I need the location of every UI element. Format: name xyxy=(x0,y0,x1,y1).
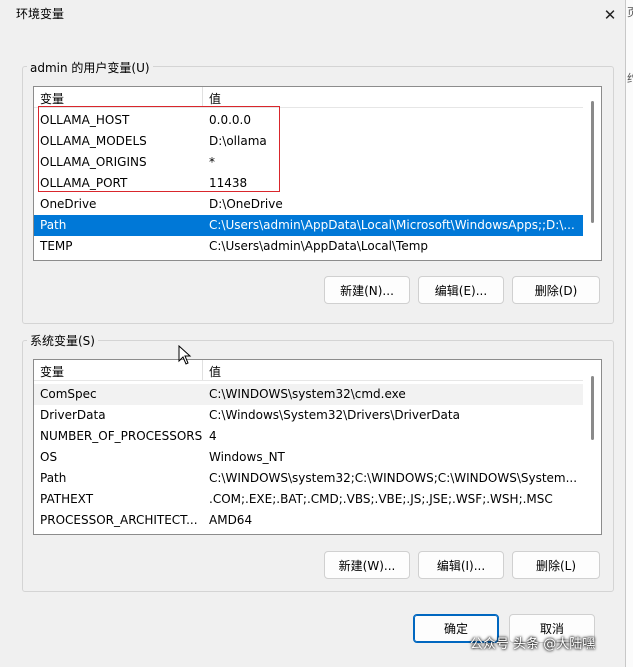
edge-text: 约 xyxy=(627,72,633,85)
background-window-edge: 页 约 xyxy=(626,0,633,667)
table-row[interactable]: NUMBER_OF_PROCESSORS 4 xyxy=(34,426,583,447)
dialog-title: 环境变量 xyxy=(16,7,65,21)
table-row[interactable]: OLLAMA_ORIGINS * xyxy=(34,152,583,173)
variable-name: PATHEXT xyxy=(40,492,94,506)
variable-value: C:\Users\admin\AppData\Local\Temp xyxy=(209,239,429,253)
close-icon[interactable]: ✕ xyxy=(596,2,624,28)
table-row[interactable]: OLLAMA_PORT 11438 xyxy=(34,173,583,194)
variable-value: C:\WINDOWS\system32;C:\WINDOWS;C:\WINDOW… xyxy=(209,471,578,485)
variable-value: C:\Users\admin\AppData\Local\Microsoft\W… xyxy=(209,218,575,232)
table-row[interactable]: OLLAMA_HOST 0.0.0.0 xyxy=(34,110,583,131)
variable-name: DriverData xyxy=(40,408,106,422)
table-row[interactable]: OS Windows_NT xyxy=(34,447,583,468)
column-header-value[interactable]: 值 xyxy=(209,363,221,380)
column-header-variable[interactable]: 变量 xyxy=(40,363,64,380)
column-header-variable[interactable]: 变量 xyxy=(40,90,64,107)
variable-name: OLLAMA_ORIGINS xyxy=(40,155,147,169)
table-row[interactable]: OLLAMA_MODELS D:\ollama xyxy=(34,131,583,152)
table-row[interactable]: ComSpec C:\WINDOWS\system32\cmd.exe xyxy=(34,384,583,405)
scrollbar-thumb[interactable] xyxy=(591,101,594,223)
variable-value: 11438 xyxy=(209,176,248,190)
mouse-cursor-icon xyxy=(178,345,192,365)
user-new-button[interactable]: 新建(N)... xyxy=(324,276,410,304)
variable-value: 4 xyxy=(209,429,217,443)
variable-name: OLLAMA_HOST xyxy=(40,113,130,127)
variable-value: Windows_NT xyxy=(209,450,285,464)
system-variables-list[interactable]: 变量 值 ComSpec C:\WINDOWS\system32\cmd.exe D… xyxy=(33,359,602,535)
variable-name: OLLAMA_PORT xyxy=(40,176,128,190)
variable-name: OLLAMA_MODELS xyxy=(40,134,147,148)
user-edit-button[interactable]: 编辑(E)... xyxy=(418,276,504,304)
variable-value: D:\ollama xyxy=(209,134,267,148)
table-row[interactable]: Path C:\Users\admin\AppData\Local\Microso… xyxy=(34,215,583,236)
table-row[interactable]: DriverData C:\Windows\System32\Drivers\Dr… xyxy=(34,405,583,426)
variable-name: PROCESSOR_ARCHITECT... xyxy=(40,513,198,527)
variable-value: 0.0.0.0 xyxy=(209,113,251,127)
variable-name: TEMP xyxy=(40,239,73,253)
variable-value: C:\WINDOWS\system32\cmd.exe xyxy=(209,387,406,401)
table-row[interactable]: Path C:\WINDOWS\system32;C:\WINDOWS;C:\WI… xyxy=(34,468,583,489)
table-row[interactable]: OneDrive D:\OneDrive xyxy=(34,194,583,215)
variable-name: Path xyxy=(40,471,67,485)
user-list-scrollbar[interactable] xyxy=(584,87,601,260)
system-new-button[interactable]: 新建(W)... xyxy=(324,551,410,579)
table-row[interactable]: TEMP C:\Users\admin\AppData\Local\Temp xyxy=(34,236,583,257)
user-variables-label: admin 的用户变量(U) xyxy=(27,59,153,76)
variable-value: D:\OneDrive xyxy=(209,197,283,211)
watermark-text: 公众号 头条 @大陆嘿 xyxy=(470,637,596,652)
user-variables-list[interactable]: 变量 值 OLLAMA_HOST 0.0.0.0 OLLAMA_MODELS D:\o… xyxy=(33,86,602,261)
column-header-value[interactable]: 值 xyxy=(209,90,221,107)
user-delete-button[interactable]: 删除(D) xyxy=(512,276,600,304)
scrollbar-thumb[interactable] xyxy=(591,376,594,440)
edge-text: 页 xyxy=(627,6,633,19)
variable-value: .COM;.EXE;.BAT;.CMD;.VBS;.VBE;.JS;.JSE;.… xyxy=(209,492,553,506)
user-list-header: 变量 值 xyxy=(34,87,583,108)
system-list-scrollbar[interactable] xyxy=(584,360,601,534)
table-row[interactable]: PATHEXT .COM;.EXE;.BAT;.CMD;.VBS;.VBE;.JS… xyxy=(34,489,583,510)
variable-value: * xyxy=(209,155,215,169)
variable-value: AMD64 xyxy=(209,513,253,527)
table-row[interactable]: PROCESSOR_ARCHITECT... AMD64 xyxy=(34,510,583,531)
variable-value: C:\Windows\System32\Drivers\DriverData xyxy=(209,408,460,422)
variable-name: ComSpec xyxy=(40,387,97,401)
system-variables-label: 系统变量(S) xyxy=(27,332,98,349)
variable-name: OS xyxy=(40,450,58,464)
variable-name: Path xyxy=(40,218,67,232)
variable-name: NUMBER_OF_PROCESSORS xyxy=(40,429,203,443)
variable-name: OneDrive xyxy=(40,197,97,211)
system-edit-button[interactable]: 编辑(I)... xyxy=(418,551,504,579)
environment-variables-dialog: 环境变量 ✕ admin 的用户变量(U) 变量 值 OLLAMA_HOST 0.… xyxy=(0,0,626,667)
column-separator[interactable] xyxy=(202,360,203,380)
system-list-header: 变量 值 xyxy=(34,360,583,381)
column-separator[interactable] xyxy=(202,87,203,107)
system-delete-button[interactable]: 删除(L) xyxy=(512,551,600,579)
